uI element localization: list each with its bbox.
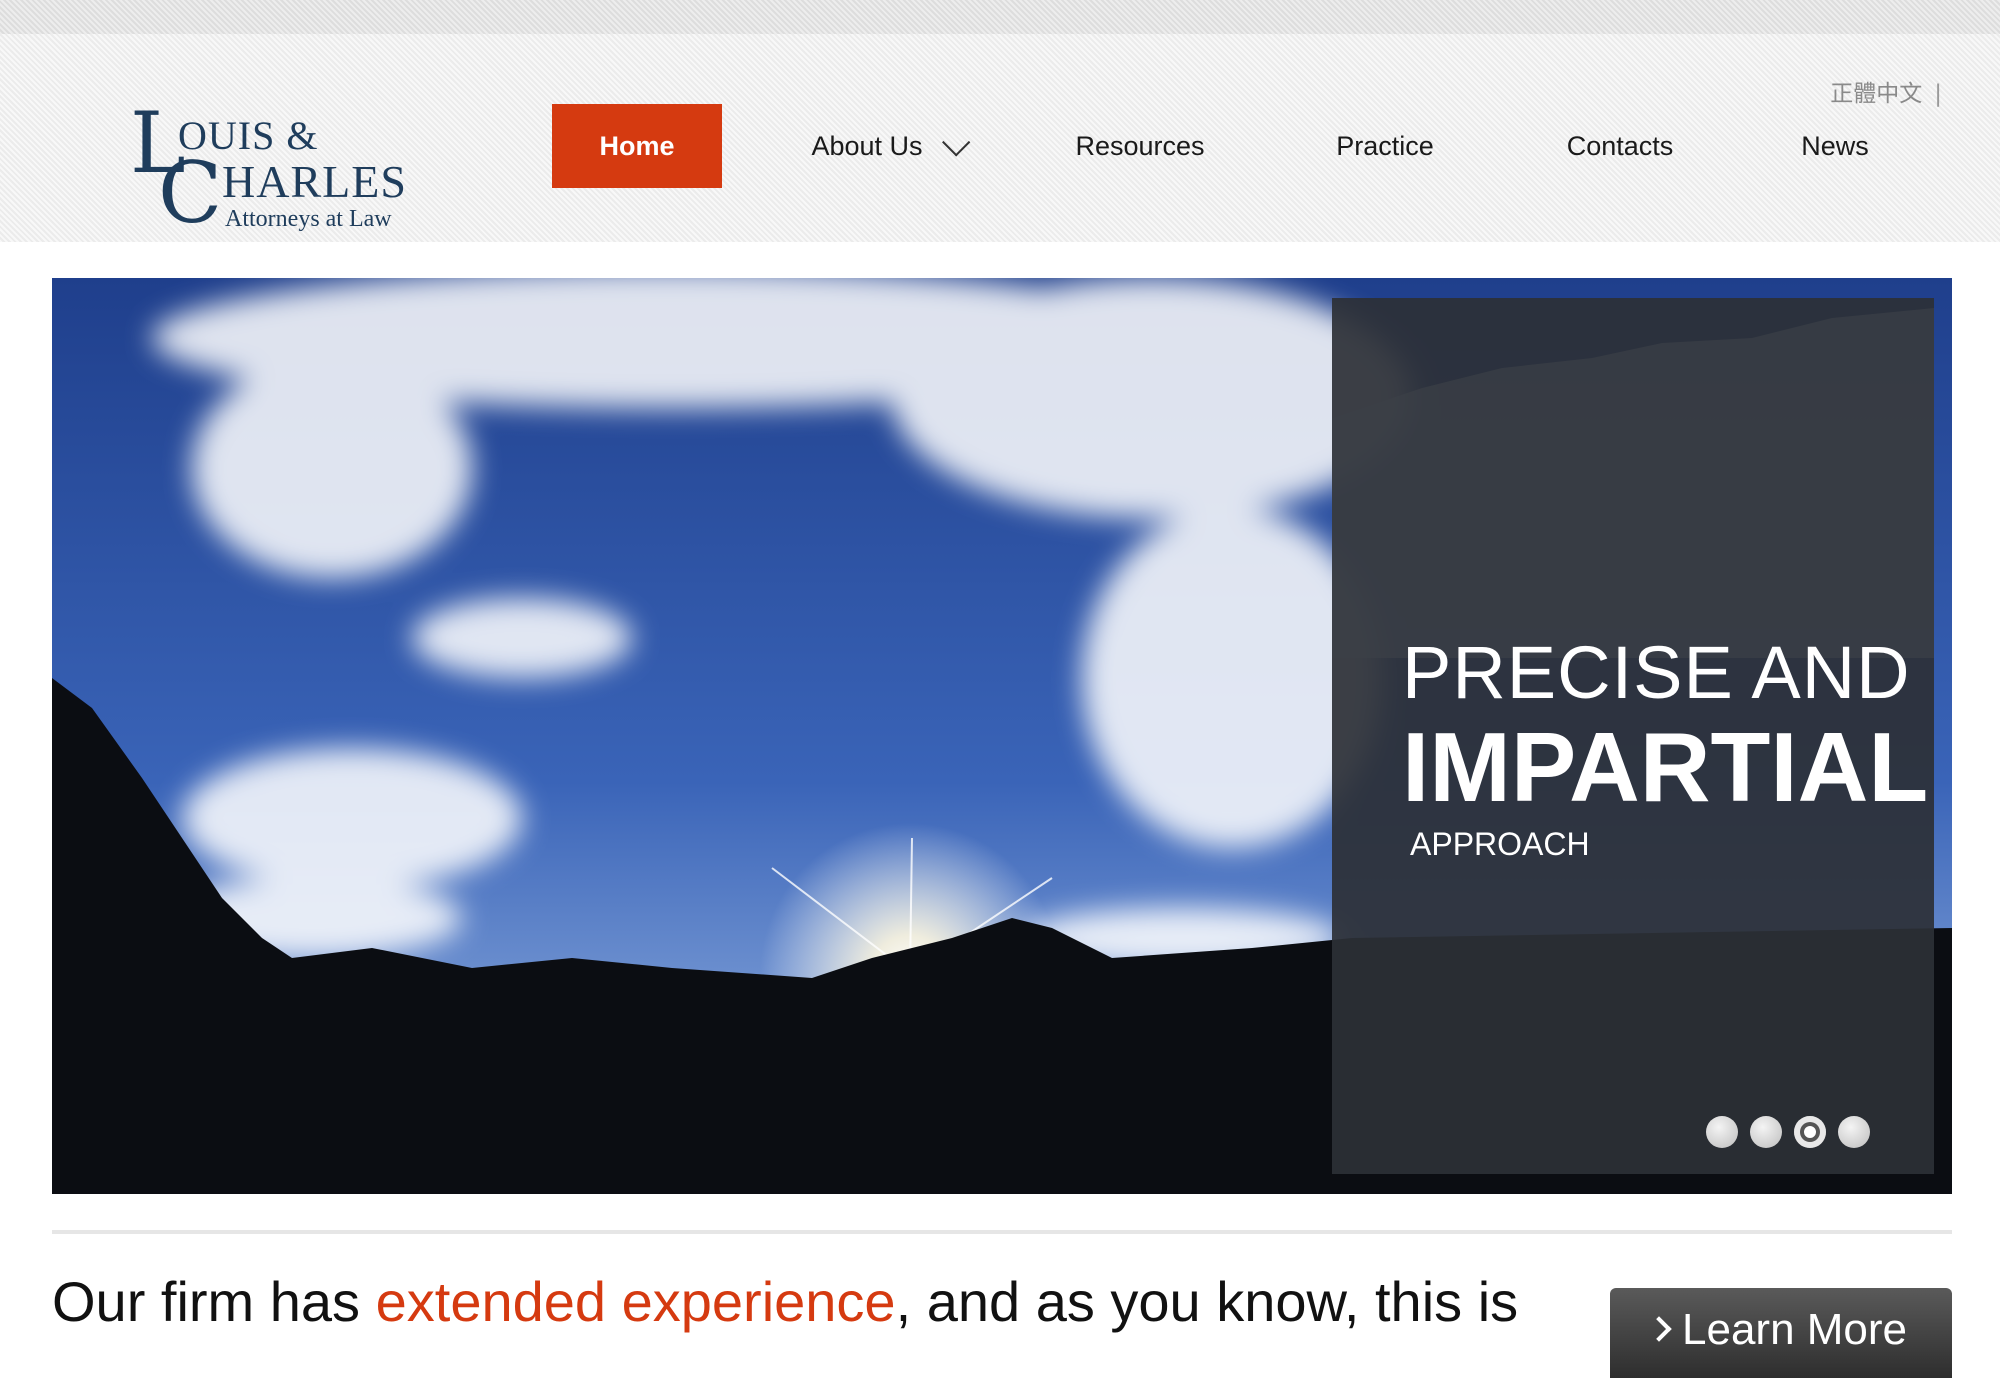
hero-heading-line1: PRECISE AND	[1402, 631, 1911, 714]
section-divider	[52, 1230, 1952, 1234]
logo-tagline: Attorneys at Law	[225, 206, 392, 232]
intro-text-before: Our firm has	[52, 1270, 376, 1333]
chevron-down-icon[interactable]	[941, 128, 970, 157]
nav-about-us-label: About Us	[811, 131, 923, 161]
language-switcher: 正體中文 |	[1830, 74, 1942, 108]
panel-mountain-image	[1332, 308, 1934, 658]
top-strip	[0, 0, 2000, 34]
intro-text-after: , and as you know, this is	[895, 1270, 1519, 1333]
chevron-right-icon	[1646, 1316, 1672, 1342]
hero-slider[interactable]: PRECISE AND IMPARTIAL APPROACH	[52, 278, 1952, 1194]
nav-about-us[interactable]: About Us	[780, 104, 1000, 188]
slider-dot-4[interactable]	[1838, 1116, 1870, 1148]
nav-contacts[interactable]: Contacts	[1540, 104, 1700, 188]
hero-heading-line3: APPROACH	[1410, 826, 1590, 862]
slider-dot-3[interactable]	[1794, 1116, 1826, 1148]
slider-pagination	[1706, 1116, 1882, 1152]
nav-practice-label: Practice	[1336, 131, 1434, 161]
slider-dot-2[interactable]	[1750, 1116, 1782, 1148]
slider-dot-1[interactable]	[1706, 1116, 1738, 1148]
nav-home-label: Home	[599, 131, 675, 161]
nav-home[interactable]: Home	[552, 104, 722, 188]
nav-contacts-label: Contacts	[1566, 131, 1674, 161]
nav-resources-label: Resources	[1075, 131, 1205, 161]
learn-more-button[interactable]: Learn More	[1610, 1288, 1952, 1378]
intro-highlight: extended experience	[375, 1270, 896, 1333]
hero-heading-line2: IMPARTIAL	[1402, 712, 1929, 822]
main-nav: Home About Us Resources Practice Contact…	[0, 104, 2000, 188]
nav-practice[interactable]: Practice	[1300, 104, 1470, 188]
intro-text: Our firm has extended experience, and as…	[52, 1268, 1612, 1336]
learn-more-label: Learn More	[1682, 1305, 1908, 1354]
nav-news[interactable]: News	[1780, 104, 1890, 188]
hero-caption-panel: PRECISE AND IMPARTIAL APPROACH	[1332, 298, 1934, 1174]
nav-news-label: News	[1801, 131, 1869, 161]
nav-resources[interactable]: Resources	[1050, 104, 1230, 188]
